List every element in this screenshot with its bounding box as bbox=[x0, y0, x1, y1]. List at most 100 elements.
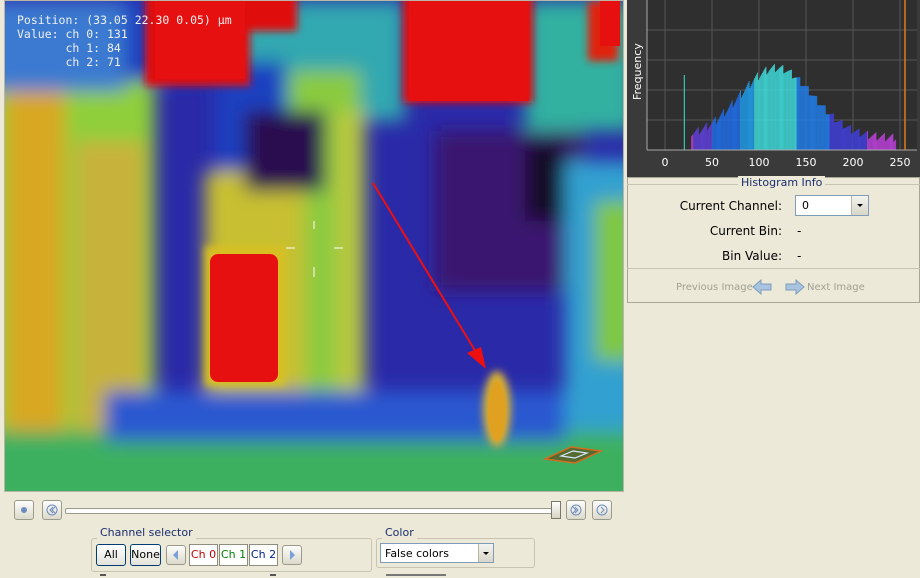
next-channel-button[interactable] bbox=[282, 545, 302, 565]
image-slider-thumb[interactable] bbox=[551, 501, 561, 519]
histogram-bar bbox=[759, 76, 761, 150]
histogram-bar bbox=[883, 134, 884, 150]
channel-2-toggle[interactable]: Ch 2 bbox=[249, 544, 278, 566]
arrow-right-icon[interactable] bbox=[785, 278, 805, 298]
histogram-bar bbox=[720, 114, 722, 150]
histogram-bar bbox=[715, 123, 717, 150]
histogram-bar bbox=[803, 85, 804, 150]
histogram-bar bbox=[740, 90, 741, 150]
histogram-bar bbox=[872, 134, 874, 150]
histogram-bar bbox=[801, 85, 803, 150]
histogram-tick-label: 50 bbox=[705, 156, 719, 169]
histogram-bar bbox=[858, 128, 860, 150]
histogram-bar bbox=[856, 129, 858, 150]
histogram-bar bbox=[838, 121, 840, 150]
histogram-bar bbox=[852, 132, 853, 150]
histogram-bar bbox=[758, 79, 759, 150]
histogram-bar bbox=[743, 93, 744, 150]
histogram-bar bbox=[829, 114, 831, 150]
arrow-left-icon[interactable] bbox=[752, 278, 772, 298]
histogram-bar bbox=[876, 140, 878, 150]
all-channels-button[interactable]: All bbox=[96, 544, 126, 566]
histogram-bar bbox=[786, 71, 788, 150]
histogram-bar bbox=[693, 133, 694, 150]
histogram-bar bbox=[823, 105, 825, 150]
histogram-bar bbox=[793, 77, 795, 150]
divider bbox=[627, 268, 920, 269]
histogram-tick-label: 0 bbox=[662, 156, 669, 169]
histogram-bar bbox=[729, 104, 731, 150]
dropdown-button[interactable] bbox=[851, 196, 868, 215]
image-slider-track[interactable] bbox=[65, 508, 561, 514]
current-channel-select[interactable]: 0 bbox=[795, 195, 869, 216]
next-frame-button[interactable] bbox=[592, 500, 612, 520]
histogram-bar bbox=[700, 131, 702, 150]
histogram-bar bbox=[694, 132, 695, 150]
first-image-button[interactable] bbox=[42, 500, 62, 520]
histogram-bar bbox=[753, 80, 755, 150]
no-channels-button[interactable]: None bbox=[130, 544, 161, 566]
histogram-bar bbox=[808, 95, 810, 150]
histogram-bar bbox=[780, 66, 782, 150]
histogram-bar bbox=[893, 141, 895, 150]
histogram-bar bbox=[743, 91, 745, 150]
current-bin-value: - bbox=[797, 224, 802, 238]
histogram-bar bbox=[799, 77, 801, 150]
histogram-bar bbox=[761, 73, 763, 150]
histogram-bar bbox=[794, 77, 796, 150]
histogram-bar bbox=[728, 106, 730, 150]
histogram-bar bbox=[879, 137, 881, 150]
histogram-bar bbox=[706, 122, 708, 150]
last-image-button[interactable] bbox=[566, 500, 586, 520]
histogram-bar bbox=[837, 121, 838, 150]
histogram-bar bbox=[882, 134, 883, 150]
dropdown-button[interactable] bbox=[478, 544, 493, 562]
histogram-bar bbox=[846, 127, 848, 150]
histogram-bar bbox=[825, 114, 827, 150]
histogram-bar bbox=[699, 132, 701, 150]
histogram-bar bbox=[847, 126, 849, 150]
cutoff-label-fragment bbox=[270, 574, 276, 576]
histogram-bar bbox=[854, 131, 856, 150]
histogram-bar bbox=[725, 114, 726, 150]
histogram-bar bbox=[722, 111, 724, 150]
false-color-image bbox=[5, 1, 623, 491]
histogram-bar bbox=[853, 131, 855, 150]
histogram-tick-label: 200 bbox=[843, 156, 864, 169]
histogram-bar bbox=[818, 105, 820, 150]
color-mode-select[interactable]: False colors bbox=[380, 543, 494, 563]
previous-image-link[interactable]: Previous Image bbox=[676, 282, 753, 293]
value-ch0-readout: Value: ch 0: 131 bbox=[17, 27, 128, 41]
histogram-bar bbox=[777, 69, 779, 150]
channel-1-toggle[interactable]: Ch 1 bbox=[219, 544, 248, 566]
previous-channel-button[interactable] bbox=[166, 545, 186, 565]
histogram-bar bbox=[783, 73, 785, 150]
histogram-bar bbox=[865, 132, 867, 150]
histogram-bar bbox=[820, 105, 821, 150]
circle-icon bbox=[21, 507, 27, 513]
histogram-bar bbox=[770, 68, 772, 150]
histogram-bar bbox=[817, 105, 819, 150]
histogram-bar bbox=[727, 108, 729, 150]
channel-0-toggle[interactable]: Ch 0 bbox=[189, 544, 218, 566]
histogram-bar bbox=[853, 132, 854, 150]
histogram-bar bbox=[746, 85, 748, 150]
histogram-bar bbox=[696, 128, 698, 150]
histogram-bar bbox=[861, 135, 863, 150]
histogram-bar bbox=[701, 130, 703, 150]
histogram-bar bbox=[845, 127, 847, 150]
next-image-link[interactable]: Next Image bbox=[807, 282, 865, 293]
histogram-bar bbox=[802, 85, 804, 150]
histogram-bar bbox=[750, 85, 752, 150]
histogram-bar bbox=[812, 95, 814, 150]
image-viewer[interactable]: Position: (33.05 22.30 0.05) µm Value: ch… bbox=[4, 0, 624, 492]
histogram-bar bbox=[751, 84, 753, 150]
histogram-bar bbox=[806, 86, 808, 150]
histogram-bar bbox=[785, 72, 787, 150]
histogram-bar bbox=[719, 116, 721, 150]
histogram-bar bbox=[759, 78, 760, 150]
histogram-bar bbox=[851, 133, 852, 150]
histogram-bar bbox=[878, 138, 880, 150]
value-ch2-readout: ch 2: 71 bbox=[17, 55, 121, 69]
play-button[interactable] bbox=[14, 500, 34, 520]
